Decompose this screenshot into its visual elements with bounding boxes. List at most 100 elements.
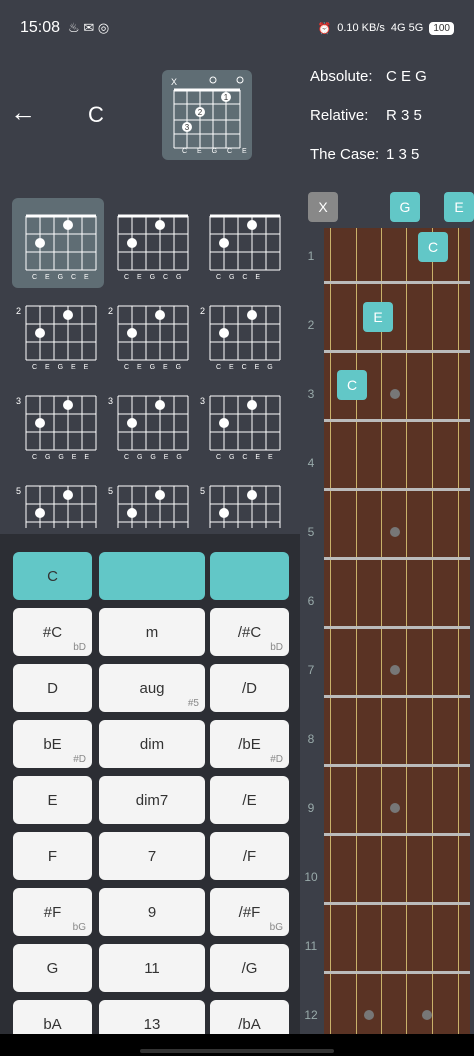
open-string-marker[interactable]: E (444, 192, 474, 222)
chord-button[interactable]: /#C bD (210, 608, 289, 656)
fret-number: 10 (304, 870, 318, 884)
system-icons: ⏰ 0.10 KB/s 4G 5G 100 (317, 21, 454, 35)
chord-button[interactable]: /G (210, 944, 289, 992)
voicing-cell[interactable]: 3 C G G E G (104, 378, 196, 468)
voicing-fret: 3 (200, 396, 206, 406)
chord-button[interactable]: C (13, 552, 92, 600)
chord-button[interactable]: /#F bG (210, 888, 289, 936)
chord-button[interactable]: bA (13, 1000, 92, 1034)
fret-number: 11 (304, 939, 318, 953)
chord-button[interactable]: #F bG (13, 888, 92, 936)
voicing-strings: C G G E E (32, 454, 93, 461)
voicing-cell[interactable]: 5 (12, 468, 104, 528)
voicing-cell[interactable]: 2 C E G E G (104, 288, 196, 378)
fret-wire (324, 833, 470, 836)
voicing-cell[interactable]: 3 C G C E E (196, 378, 288, 468)
chord-button-label: 11 (144, 959, 160, 977)
fretboard-neck (324, 228, 470, 1048)
voicing-fret: 2 (200, 306, 206, 316)
chord-button-label: aug (139, 679, 165, 697)
chord-button[interactable]: 11 (99, 944, 205, 992)
chord-button[interactable]: /E (210, 776, 289, 824)
fret-number: 7 (307, 663, 315, 677)
open-string-marker[interactable]: G (390, 192, 420, 222)
svg-text:X: X (171, 77, 177, 87)
alarm-icon: ⏰ (317, 22, 332, 35)
voicing-strings: C G C E (216, 274, 264, 281)
chord-button[interactable] (210, 552, 289, 600)
fret-wire (324, 626, 470, 629)
chord-button-alt: #D (73, 754, 86, 765)
fret-wire (324, 488, 470, 491)
chord-button[interactable]: /D (210, 664, 289, 712)
chord-button[interactable]: D (13, 664, 92, 712)
chord-button[interactable]: #C bD (13, 608, 92, 656)
fret-marker (390, 389, 400, 399)
chord-button-label: G (46, 959, 59, 977)
selected-chord-diagram: X 1 2 3 C E G C E (162, 70, 252, 160)
svg-text:3: 3 (185, 123, 190, 132)
chord-button-label: dim (139, 735, 165, 753)
back-arrow-icon[interactable]: ← (10, 98, 38, 126)
voicing-cell[interactable]: 3 C G G E E (12, 378, 104, 468)
chord-button-label: /bA (238, 1015, 261, 1033)
chord-button[interactable]: /bE #D (210, 720, 289, 768)
chord-button-label: 13 (143, 1015, 161, 1033)
voicing-cell[interactable]: 5 (196, 468, 288, 528)
chord-button-label: dim7 (135, 791, 169, 809)
chord-button[interactable]: 7 (99, 832, 205, 880)
fret-wire (324, 419, 470, 422)
voicing-cell[interactable]: C E G C G (104, 198, 196, 288)
chord-button[interactable]: dim (99, 720, 205, 768)
voicing-cell[interactable]: 2 C E G E E (12, 288, 104, 378)
chord-button[interactable]: /F (210, 832, 289, 880)
voicing-fret: 5 (108, 486, 114, 496)
chord-button-label: E (47, 791, 58, 809)
voicing-cell[interactable]: 5 (104, 468, 196, 528)
chord-button[interactable]: aug #5 (99, 664, 205, 712)
voicing-strings: C E G E G (124, 364, 185, 371)
chord-button[interactable]: E (13, 776, 92, 824)
network-label: 4G 5G (390, 22, 424, 34)
voicing-fret: 2 (108, 306, 114, 316)
chord-button-label: /#F (238, 903, 261, 921)
fret-wire (324, 695, 470, 698)
fret-number: 8 (307, 732, 315, 746)
chord-button[interactable]: bE #D (13, 720, 92, 768)
voicing-strings: C E G C E (32, 274, 92, 281)
open-string-marker[interactable]: X (308, 192, 338, 222)
fret-wire (324, 281, 470, 284)
fret-number: 5 (307, 525, 315, 539)
clock: 15:08 (20, 19, 61, 36)
chord-button[interactable]: F (13, 832, 92, 880)
fret-marker (364, 1010, 374, 1020)
voicing-cell[interactable]: C E G C E (12, 198, 104, 288)
data-rate: 0.10 KB/s (337, 22, 385, 34)
fretted-note[interactable]: C (337, 370, 367, 400)
chord-button[interactable]: dim7 (99, 776, 205, 824)
chord-button[interactable]: m (99, 608, 205, 656)
chord-button[interactable]: /bA (210, 1000, 289, 1034)
home-handle[interactable] (140, 1049, 334, 1053)
case-row: The Case: 1 3 5 (310, 146, 420, 163)
fretted-note[interactable]: E (363, 302, 393, 332)
chord-button[interactable] (99, 552, 205, 600)
chord-button[interactable]: G (13, 944, 92, 992)
voicing-grid: C E G C E C E G C G C G C E 2 C E G E E 2 C E … (0, 188, 300, 528)
chord-button-label: F (47, 847, 58, 865)
chord-button[interactable]: 9 (99, 888, 205, 936)
voicing-fret: 2 (16, 306, 22, 316)
chord-button-label: 7 (147, 847, 157, 865)
fret-marker (422, 1010, 432, 1020)
chord-button-label: /bE (238, 735, 261, 753)
chord-button-alt: bG (269, 922, 283, 933)
fret-wire (324, 350, 470, 353)
fret-wire (324, 971, 470, 974)
chord-button[interactable]: 13 (99, 1000, 205, 1034)
voicing-cell[interactable]: C G C E (196, 198, 288, 288)
chord-button-label: /#C (237, 623, 262, 641)
fret-wire (324, 902, 470, 905)
voicing-cell[interactable]: 2 C E C E G (196, 288, 288, 378)
fretted-note[interactable]: C (418, 232, 448, 262)
chord-button-alt: bD (73, 642, 86, 653)
